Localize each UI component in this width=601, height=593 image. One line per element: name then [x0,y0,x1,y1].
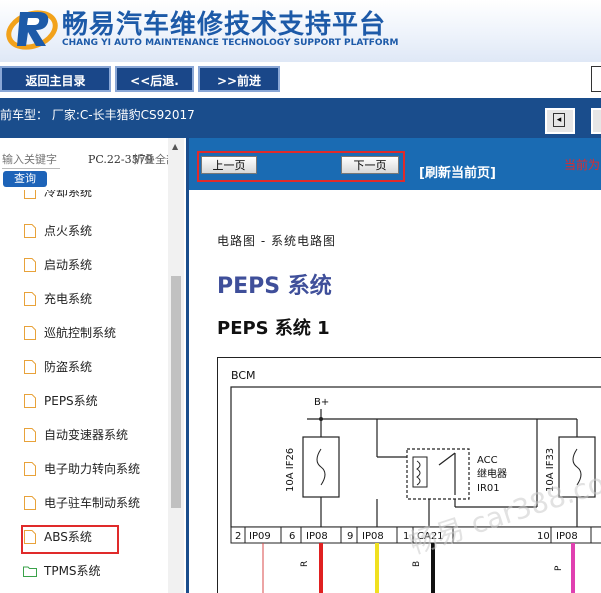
pin-conn: IP08 [362,531,384,542]
highlight-box [21,525,119,554]
current-page-label: 当前为 [564,158,601,172]
header: 畅易汽车维修技术支持平台 CHANG YI AUTO MAINTENANCE T… [0,0,601,62]
bplus-label: B+ [314,397,329,408]
scrollbar-thumb[interactable] [171,276,181,508]
document-icon [24,190,36,199]
navbar: 返回主目录 <<后退. >>前进 [0,62,601,98]
refresh-link[interactable]: [刷新当前页] [419,162,496,181]
nav-extra-button[interactable] [591,66,601,92]
breadcrumb: 电路图 - 系统电路图 [217,234,336,248]
pin-num: 6 [289,531,295,542]
site-title: 畅易汽车维修技术支持平台 [62,10,387,40]
vehicle-info: 前车型： 厂家:C-长丰猎豹CS92017 [0,108,195,122]
relay-label-acc: ACC [477,455,498,466]
diagram-border [217,357,601,593]
search-button[interactable]: 查询 [3,171,47,187]
folder-icon [23,566,37,577]
tree-item-label: 冷却系统 [44,190,93,199]
back-button[interactable]: <<后退. [115,66,194,92]
bcm-label: BCM [231,369,256,382]
tree-item-label: 电子驻车制动系统 [44,496,141,510]
content-toolbar: 上一页 下一页 [刷新当前页] 当前为 [189,138,601,190]
tree-item-label: 点火系统 [44,224,93,238]
tree-item-antitheft[interactable]: 防盗系统 [24,350,164,384]
tree-item-tpms[interactable]: TPMS系统 [23,554,164,588]
document-icon [24,326,36,340]
tree-item-label: TPMS系统 [44,564,101,578]
content-frame: 上一页 下一页 [刷新当前页] 当前为 电路图 - 系统电路图 PEPS 系统 … [189,138,601,593]
document-icon [24,496,36,510]
tree-item-eps[interactable]: 电子助力转向系统 [24,452,164,486]
pin-conn: IP09 [249,531,271,542]
pin-conn: IP08 [306,531,328,542]
circuit-diagram: BCM B+ 10A IF26 ACC 继电器 IR01 10A IF33 2 … [217,357,601,593]
forward-button[interactable]: >>前进 [198,66,280,92]
tree-item-label: 充电系统 [44,292,93,306]
tree-item-peps[interactable]: PEPS系统 [24,384,164,418]
panel-icon: ◂ [553,113,565,127]
scroll-up-icon[interactable]: ▲ [172,142,178,151]
tree-item-label: PEPS系统 [44,394,98,408]
tree-item-ignition[interactable]: 点火系统 [24,214,164,248]
sidebar: 查询 PC.22-3579 折叠全部 冷却系统 点火系统 启动系统 充电系统 巡… [0,138,186,593]
highlight-box [197,151,405,182]
tree-item-label: 启动系统 [44,258,93,272]
document-icon [24,360,36,374]
fuse1-label: 10A IF26 [285,448,296,492]
tree-item-label: 电子助力转向系统 [44,462,141,476]
toggle-panel-button[interactable]: ◂ [545,108,575,134]
search-input[interactable] [2,152,60,169]
wire-label-r: R [300,561,310,567]
pin-num: 9 [347,531,353,542]
tree-item-label: 巡航控制系统 [44,326,117,340]
home-button[interactable]: 返回主目录 [0,66,111,92]
pin-conn: IP08 [556,531,578,542]
relay-label-id: IR01 [477,483,500,494]
site-subtitle: CHANG YI AUTO MAINTENANCE TECHNOLOGY SUP… [62,38,399,48]
tree-item-label: 防盗系统 [44,360,93,374]
vehicle-extra-button[interactable] [591,108,601,134]
sidebar-scrollbar[interactable]: ▲ [168,138,184,593]
pin-num: 10 [537,531,550,542]
document-icon [24,224,36,238]
tree-item-epb[interactable]: 电子驻车制动系统 [24,486,164,520]
document: 电路图 - 系统电路图 PEPS 系统 PEPS 系统 1 BCM B+ 10A… [189,190,601,593]
document-icon [24,258,36,272]
document-icon [24,292,36,306]
logo [6,10,58,50]
tree-item-label: 自动变速器系统 [44,428,129,442]
page-title: PEPS 系统 [217,274,332,299]
tree-item-starting[interactable]: 启动系统 [24,248,164,282]
tree-item-cooling[interactable]: 冷却系统 [24,190,164,209]
tree-item-cruise[interactable]: 巡航控制系统 [24,316,164,350]
tree-item-auto-transmission[interactable]: 自动变速器系统 [24,418,164,452]
vehicle-bar: 前车型： 厂家:C-长丰猎豹CS92017 ◂ [0,98,601,138]
document-icon [24,462,36,476]
document-icon [24,394,36,408]
document-icon [24,428,36,442]
pin-num: 2 [235,531,241,542]
tree-item-charging[interactable]: 充电系统 [24,282,164,316]
wire-label-p: P [554,565,564,571]
page-subtitle: PEPS 系统 1 [217,318,330,339]
relay-label-name: 继电器 [477,467,507,480]
